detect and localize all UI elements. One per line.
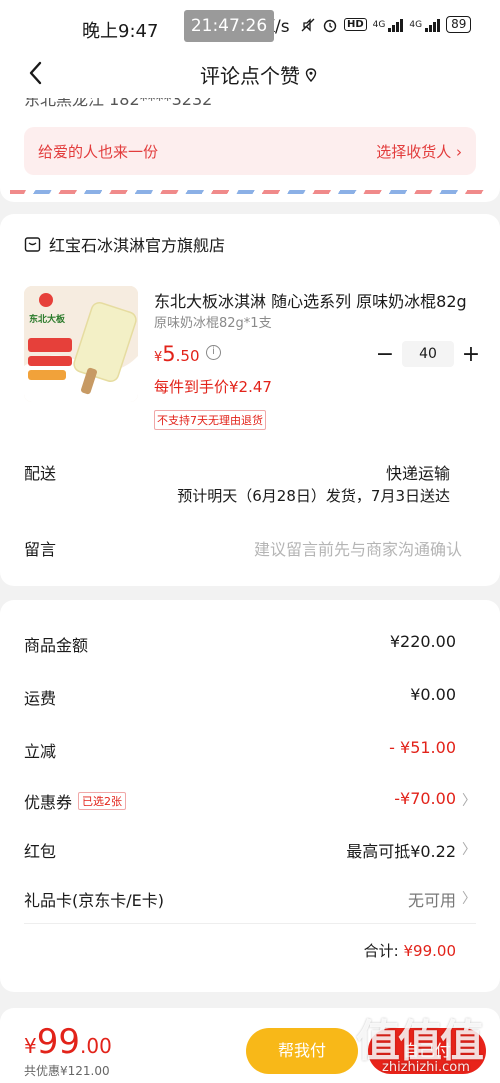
nav-bar: 评论点个赞	[0, 50, 500, 98]
red-packet-value: 最高可抵¥0.22	[346, 842, 456, 861]
order-item-card: 红宝石冰淇淋官方旗舰店 东北大板 东北大板冰淇淋 随心选系列 原味奶冰棍82g …	[0, 214, 500, 586]
total-saved: 共优惠¥121.00	[24, 1064, 110, 1078]
gift-card-row[interactable]: 礼品卡(京东卡/E卡) 无可用 〉	[24, 887, 476, 913]
shop-header[interactable]: 红宝石冰淇淋官方旗舰店	[24, 232, 225, 256]
chevron-right-icon: 〉	[462, 891, 476, 907]
delivery-label: 配送	[24, 464, 57, 483]
price-dec: .50	[175, 347, 200, 365]
status-bar: 晚上9:47 38.6K/s 21:47:26 HD 4G 4G 89	[0, 0, 500, 50]
price-int: 5	[162, 342, 176, 366]
red-packet-label: 红包	[24, 842, 57, 861]
no-return-tag: 不支持7天无理由退货	[154, 410, 266, 430]
chevron-right-icon: 〉	[462, 793, 476, 809]
decrease-quantity-button[interactable]: −	[372, 342, 398, 367]
page-title: 评论点个赞	[200, 64, 300, 88]
price-summary-card: 商品金额 ¥220.00 运费 ¥0.00 立减 - ¥51.00 优惠券 已选…	[0, 600, 500, 992]
network-type-1: 4G	[372, 19, 386, 30]
product-price: ¥5.50	[154, 342, 200, 366]
shipping-label: 运费	[24, 689, 57, 708]
alarm-icon	[323, 19, 337, 32]
watermark-url: zhizhizhi.com	[382, 1060, 470, 1075]
goods-amount-row: 商品金额 ¥220.00	[24, 632, 476, 658]
status-time: 晚上9:47	[82, 21, 159, 42]
airmail-border	[10, 190, 490, 194]
address-card[interactable]: 东北黑龙江 182****3232 给爱的人也来一份 选择收货人 ›	[0, 98, 500, 202]
total-value: ¥99.00	[403, 942, 457, 960]
total-row: 合计: ¥99.00	[364, 940, 456, 961]
product-image-brand: 东北大板	[29, 315, 66, 325]
coupon-selected-badge: 已选2张	[78, 792, 127, 810]
delivery-time: 预计明天（6月28日）发货，7月3日送达	[177, 487, 450, 505]
ice-cream-bar-image	[24, 286, 138, 402]
shop-name: 红宝石冰淇淋官方旗舰店	[49, 236, 226, 255]
instant-discount-value: - ¥51.00	[389, 738, 456, 757]
gift-card-label: 礼品卡(京东卡/E卡)	[24, 891, 164, 910]
increase-quantity-button[interactable]: +	[458, 342, 484, 367]
gift-card-value: 无可用	[407, 891, 456, 910]
coupon-label-group: 优惠券 已选2张	[24, 789, 127, 813]
network-type-2: 4G	[409, 19, 423, 30]
delivery-method[interactable]: 快递运输	[386, 460, 450, 484]
mute-icon	[301, 17, 315, 32]
chevron-right-icon: 〉	[462, 842, 476, 858]
checkout-price-symbol: ¥	[24, 1034, 37, 1058]
goods-amount-label: 商品金额	[24, 636, 89, 655]
checkout-price-int: 99	[36, 1022, 80, 1062]
note-label: 留言	[24, 540, 57, 559]
gift-banner[interactable]: 给爱的人也来一份 选择收货人 ›	[24, 127, 476, 175]
total-label: 合计:	[363, 942, 399, 960]
coupon-value: -¥70.00	[394, 789, 456, 808]
product-name[interactable]: 东北大板冰淇淋 随心选系列 原味奶冰棍82g	[154, 288, 479, 312]
checkout-price-dec: .00	[80, 1034, 112, 1058]
recording-time-overlay: 21:47:26	[184, 10, 274, 42]
store-icon	[24, 236, 41, 252]
quantity-input[interactable]: 40	[402, 341, 454, 367]
instant-discount-label: 立减	[24, 742, 57, 761]
goods-amount-value: ¥220.00	[389, 632, 456, 651]
shipping-row: 运费 ¥0.00	[24, 685, 476, 711]
address-contact-text: 东北黑龙江 182****3232	[24, 98, 213, 109]
instant-discount-row: 立减 - ¥51.00	[24, 738, 476, 764]
pay-for-me-button[interactable]: 帮我付	[246, 1028, 358, 1074]
choose-recipient-link[interactable]: 选择收货人 ›	[376, 141, 462, 162]
signal-icon	[388, 18, 404, 32]
checkout-price: ¥99.00	[24, 1022, 112, 1062]
red-packet-row[interactable]: 红包 最高可抵¥0.22 〉	[24, 838, 476, 864]
gift-text: 给爱的人也来一份	[38, 143, 159, 161]
info-icon[interactable]: i	[206, 345, 221, 360]
product-spec: 原味奶冰棍82g*1支	[154, 316, 272, 331]
signal-icon	[425, 18, 441, 32]
product-image[interactable]: 东北大板	[24, 286, 138, 402]
divider	[24, 923, 476, 924]
location-pin-icon[interactable]	[304, 68, 318, 82]
shipping-value: ¥0.00	[410, 685, 456, 704]
note-input[interactable]: 建议留言前先与商家沟通确认	[254, 536, 462, 560]
status-icons: HD 4G 4G 89	[300, 16, 472, 33]
coupon-label: 优惠券	[24, 793, 73, 812]
coupon-row[interactable]: 优惠券 已选2张 -¥70.00 〉	[24, 789, 476, 815]
unit-price-after-discount: 每件到手价¥2.47	[154, 378, 272, 396]
battery-icon: 89	[446, 16, 472, 33]
quantity-stepper: − 40 +	[372, 341, 484, 367]
hd-badge: HD	[344, 18, 367, 31]
